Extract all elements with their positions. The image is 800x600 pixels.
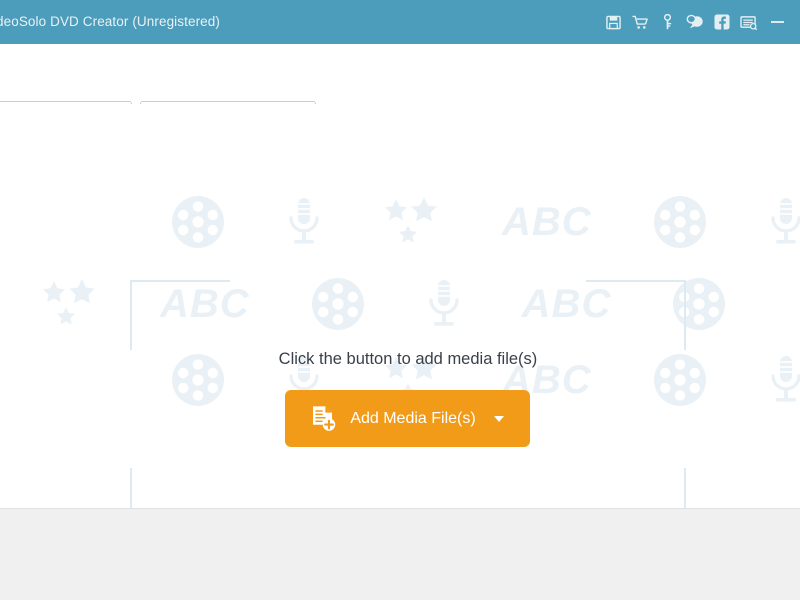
feedback-icon[interactable] [735, 0, 762, 44]
support-icon[interactable] [681, 0, 708, 44]
add-media-files-primary-label: Add Media File(s) [350, 409, 476, 427]
film-reel-icon [652, 194, 708, 250]
settings-panel: DVD Type: DVD-5 (4.7G) Aspect Ratio: 16:… [0, 508, 800, 600]
key-icon[interactable] [654, 0, 681, 44]
microphone-icon [768, 196, 800, 248]
minimize-icon[interactable] [762, 0, 792, 44]
application-window: deoSolo DVD Creator (Unregistered) ABC A… [0, 0, 800, 600]
add-media-files-primary-button[interactable]: Add Media File(s) [285, 390, 530, 447]
stars-icon [382, 197, 442, 247]
microphone-icon [768, 354, 800, 406]
watermark-text-abc: ABC [502, 199, 592, 244]
media-drop-area[interactable]: ABC ABC ABC ABC Click the button to add … [0, 104, 800, 508]
microphone-icon [286, 196, 322, 248]
titlebar-icon-group [600, 0, 792, 44]
cart-icon[interactable] [627, 0, 654, 44]
drop-zone-caption: Click the button to add media file(s) [278, 350, 538, 368]
title-bar: deoSolo DVD Creator (Unregistered) [0, 0, 800, 44]
drop-zone[interactable]: Click the button to add media file(s) Ad… [130, 280, 686, 508]
film-reel-icon [170, 194, 226, 250]
window-title: deoSolo DVD Creator (Unregistered) [0, 14, 220, 29]
stars-icon [40, 279, 100, 329]
save-icon[interactable] [600, 0, 627, 44]
document-add-icon [311, 405, 336, 432]
toolbar: Add Media File(s) Download Online Video [0, 44, 800, 135]
chevron-down-icon [493, 415, 504, 422]
facebook-icon[interactable] [708, 0, 735, 44]
